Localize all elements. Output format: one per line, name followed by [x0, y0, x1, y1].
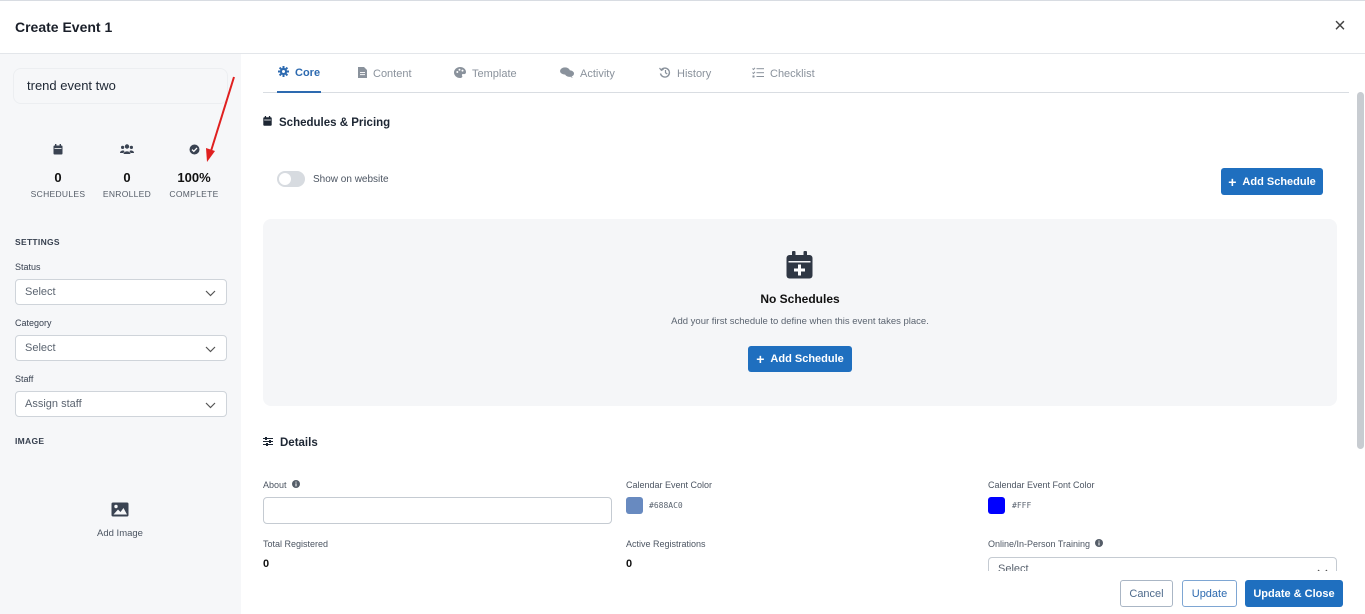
update-button[interactable]: Update	[1182, 580, 1237, 607]
calendar-plus-icon	[786, 251, 813, 284]
schedules-title: Schedules & Pricing	[279, 116, 391, 129]
event-name-field[interactable]: trend event two	[13, 68, 228, 104]
tab-content[interactable]: Content	[358, 54, 412, 93]
about-input[interactable]	[263, 497, 612, 524]
no-schedules-title: No Schedules	[760, 292, 840, 306]
cancel-button[interactable]: Cancel	[1120, 580, 1173, 607]
settings-heading: SETTINGS	[15, 237, 60, 247]
total-registered-value: 0	[263, 558, 270, 570]
info-icon[interactable]	[1095, 539, 1104, 549]
calendar-icon	[263, 116, 272, 129]
modal-title: Create Event 1	[15, 19, 113, 35]
users-icon	[92, 142, 162, 156]
tab-template[interactable]: Template	[454, 54, 517, 93]
calendar-color-value: #688AC0	[649, 501, 683, 510]
sliders-icon	[263, 437, 273, 449]
enrolled-label: ENROLLED	[102, 189, 152, 199]
schedules-section-title: Schedules & Pricing	[263, 116, 390, 129]
chevron-down-icon	[205, 400, 216, 412]
calendar-font-color-swatch[interactable]	[988, 497, 1005, 514]
modal-header: Create Event 1 ×	[0, 1, 1365, 54]
palette-icon	[454, 66, 466, 81]
tab-checklist-label: Checklist	[770, 67, 815, 80]
show-on-website-toggle[interactable]	[277, 171, 305, 187]
about-label: About	[263, 480, 287, 490]
show-on-website-label: Show on website	[313, 173, 389, 185]
event-sidebar: trend event two 0 SCHEDULES 0 ENROLLED 1…	[0, 54, 241, 614]
staff-label: Staff	[15, 374, 34, 384]
no-schedules-text: Add your first schedule to define when t…	[671, 316, 929, 327]
tab-history-label: History	[677, 67, 712, 80]
add-first-schedule-label: Add Schedule	[770, 353, 844, 365]
training-label-group: Online/In-Person Training	[988, 539, 1104, 549]
document-icon	[358, 66, 367, 81]
history-icon	[659, 66, 671, 81]
category-label: Category	[15, 318, 52, 328]
chevron-down-icon	[205, 344, 216, 356]
tab-content-label: Content	[373, 67, 412, 80]
add-first-schedule-button[interactable]: + Add Schedule	[748, 346, 852, 372]
calendar-icon	[23, 142, 93, 156]
details-title: Details	[280, 437, 318, 449]
checklist-icon	[752, 66, 764, 81]
tab-template-label: Template	[472, 67, 517, 80]
complete-percent: 100%	[177, 170, 211, 185]
tab-checklist[interactable]: Checklist	[752, 54, 815, 93]
active-registrations-value: 0	[626, 558, 633, 570]
training-select[interactable]: Select	[988, 557, 1337, 571]
status-label: Status	[15, 262, 41, 272]
gear-icon	[278, 65, 289, 80]
training-select-value: Select	[998, 563, 1029, 571]
close-icon[interactable]: ×	[1331, 16, 1349, 36]
status-select-value: Select	[25, 286, 56, 298]
chevron-down-icon	[1317, 563, 1328, 571]
tab-activity[interactable]: Activity	[560, 54, 615, 93]
add-image-button[interactable]: Add Image	[70, 502, 170, 539]
status-select[interactable]: Select	[15, 279, 227, 305]
stat-schedules: 0 SCHEDULES	[23, 142, 93, 199]
tab-history[interactable]: History	[659, 54, 711, 93]
calendar-font-color-value: #FFF	[1012, 501, 1032, 510]
content-scrollbar[interactable]	[1357, 92, 1364, 449]
calendar-color-label: Calendar Event Color	[626, 480, 713, 490]
plus-icon: +	[756, 351, 765, 367]
schedules-count: 0	[54, 170, 62, 185]
schedules-label: SCHEDULES	[30, 189, 86, 199]
add-schedule-button[interactable]: + Add Schedule	[1221, 168, 1323, 195]
check-circle-icon	[159, 142, 229, 156]
tab-activity-label: Activity	[580, 67, 615, 80]
stat-enrolled: 0 ENROLLED	[92, 142, 162, 199]
image-heading: IMAGE	[15, 436, 45, 446]
create-event-modal: Create Event 1 × trend event two 0 SCHED…	[0, 0, 1365, 614]
details-section-title: Details	[263, 437, 318, 449]
add-schedule-label: Add Schedule	[1242, 175, 1316, 188]
complete-label: COMPLETE	[169, 189, 219, 199]
tab-core-label: Core	[295, 66, 321, 79]
active-registrations-label: Active Registrations	[626, 539, 706, 549]
total-registered-label: Total Registered	[263, 539, 329, 549]
info-icon[interactable]	[291, 480, 300, 490]
image-icon	[70, 502, 170, 522]
enrolled-count: 0	[123, 170, 131, 185]
staff-select-value: Assign staff	[25, 398, 82, 410]
chevron-down-icon	[205, 288, 216, 300]
plus-icon: +	[1228, 173, 1237, 190]
staff-select[interactable]: Assign staff	[15, 391, 227, 417]
update-close-button[interactable]: Update & Close	[1245, 580, 1343, 607]
no-schedules-panel: No Schedules Add your first schedule to …	[263, 219, 1337, 406]
stat-complete: 100% COMPLETE	[159, 142, 229, 199]
tab-bar: Core Content Template Activity History C…	[263, 54, 1349, 93]
add-image-label: Add Image	[97, 528, 143, 539]
show-on-website-toggle-group: Show on website	[277, 171, 389, 187]
training-label: Online/In-Person Training	[988, 539, 1091, 549]
tab-core[interactable]: Core	[277, 54, 322, 93]
calendar-color-swatch[interactable]	[626, 497, 643, 514]
calendar-font-color-label: Calendar Event Font Color	[988, 480, 1095, 490]
category-select-value: Select	[25, 342, 56, 354]
comments-icon	[560, 66, 574, 81]
about-label-group: About	[263, 480, 300, 490]
category-select[interactable]: Select	[15, 335, 227, 361]
